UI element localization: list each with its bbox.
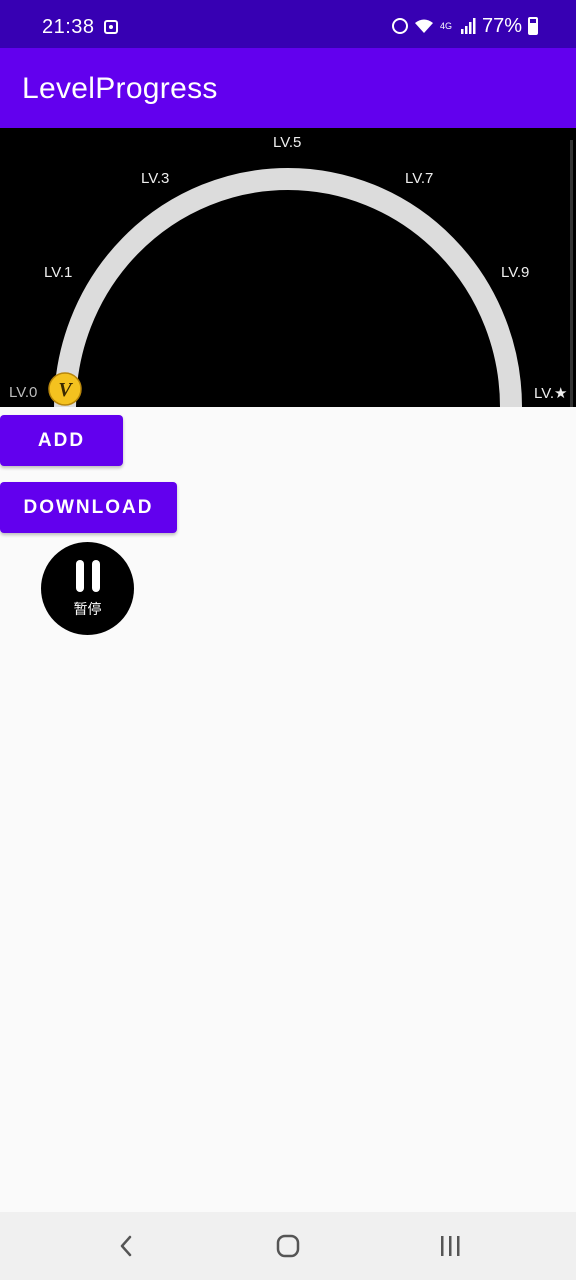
battery-icon bbox=[528, 17, 538, 35]
wifi-icon bbox=[414, 19, 433, 33]
pause-label: 暂停 bbox=[73, 602, 102, 618]
level-arc-track bbox=[54, 168, 522, 407]
level-label-5: LV.5 bbox=[273, 134, 301, 151]
level-gauge: LV.0 LV.1 LV.3 LV.5 LV.7 LV.9 LV.★ V bbox=[9, 134, 573, 407]
level-label-max: LV.★ bbox=[534, 385, 567, 402]
status-bar: 21:38 4G 77% bbox=[0, 0, 576, 48]
level-badge-letter: V bbox=[58, 379, 73, 401]
download-button[interactable]: DOWNLOAD bbox=[0, 482, 177, 533]
app-notification-icon bbox=[104, 20, 118, 34]
level-label-7: LV.7 bbox=[405, 170, 433, 187]
level-badge-icon: V bbox=[48, 372, 82, 406]
network-type-label: 4G bbox=[439, 20, 452, 31]
recents-button[interactable] bbox=[434, 1230, 466, 1262]
recents-icon bbox=[441, 1236, 460, 1256]
battery-percentage: 77% bbox=[481, 14, 522, 37]
add-button[interactable]: ADD bbox=[0, 415, 123, 466]
pause-button[interactable]: 暂停 bbox=[41, 542, 134, 635]
level-panel-edge bbox=[570, 140, 573, 407]
app-title: LevelProgress bbox=[22, 72, 218, 105]
back-icon bbox=[120, 1235, 132, 1257]
level-label-0: LV.0 bbox=[9, 384, 37, 401]
pause-icon bbox=[76, 560, 100, 592]
level-label-9: LV.9 bbox=[501, 264, 529, 281]
status-icons: 4G 77% bbox=[391, 14, 538, 38]
level-progress-view: LV.0 LV.1 LV.3 LV.5 LV.7 LV.9 LV.★ V bbox=[0, 128, 576, 407]
home-button[interactable] bbox=[272, 1230, 304, 1262]
level-label-1: LV.1 bbox=[44, 264, 72, 281]
alarm-icon bbox=[391, 18, 408, 34]
signal-icon bbox=[460, 18, 476, 34]
level-label-3: LV.3 bbox=[141, 170, 169, 187]
app-bar: LevelProgress bbox=[0, 48, 576, 128]
system-navigation-bar bbox=[0, 1212, 576, 1280]
back-button[interactable] bbox=[110, 1230, 142, 1262]
status-time: 21:38 bbox=[42, 16, 95, 38]
home-icon bbox=[276, 1234, 300, 1258]
